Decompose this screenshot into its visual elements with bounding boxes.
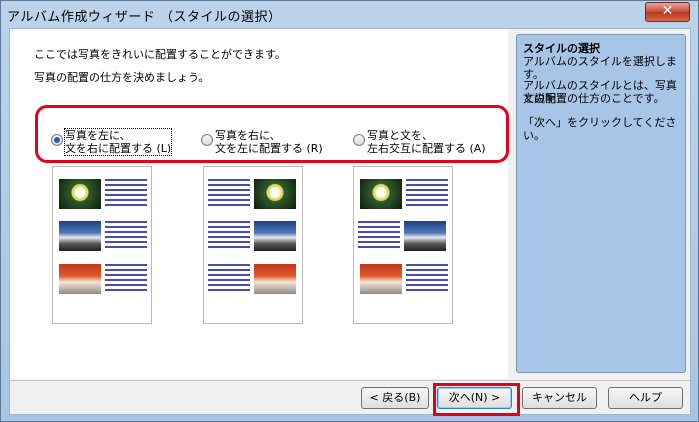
flower-photo [254, 179, 296, 209]
back-button[interactable]: < 戻る(B) [361, 387, 429, 409]
close-button[interactable]: ✕ [645, 2, 690, 22]
help-button[interactable]: ヘルプ [608, 387, 683, 409]
side-panel-text-2b: 文の配置の仕方のことです。 [523, 92, 665, 105]
next-button[interactable]: 次へ(N) > [437, 387, 512, 409]
footer-divider [10, 380, 690, 381]
preview-photos-left [52, 166, 152, 324]
text-lines [406, 179, 448, 209]
option-left-label[interactable]: 写真を左に、 文を右に配置する (L) [63, 128, 173, 156]
flower-photo [59, 179, 101, 209]
coral-photo [360, 264, 402, 294]
option-right-line1: 写真を右に、 [215, 129, 281, 142]
radio-alternate[interactable] [353, 134, 365, 146]
option-alternate-line1: 写真と文を、 [367, 129, 433, 142]
text-lines [105, 264, 147, 294]
coral-photo [254, 264, 296, 294]
radio-right[interactable] [201, 134, 213, 146]
preview-photos-right [203, 166, 303, 324]
text-lines [105, 179, 147, 209]
text-lines [105, 221, 147, 251]
wizard-client-area: ここでは写真をきれいに配置することができます。 写真の配置の仕方を決めましょう。… [9, 28, 691, 416]
title-bar[interactable]: アルバム作成ウィザード （スタイルの選択） ✕ [1, 1, 698, 27]
radio-left[interactable] [51, 134, 63, 146]
window-title: アルバム作成ウィザード （スタイルの選択） [7, 10, 282, 25]
option-right-label[interactable]: 写真を右に、 文を左に配置する (R) [215, 129, 323, 155]
option-left-line1: 写真を左に、 [65, 129, 131, 142]
mountain-photo [59, 221, 101, 251]
text-lines [406, 264, 448, 294]
intro-text-2: 写真の配置の仕方を決めましょう。 [34, 71, 210, 84]
text-lines [208, 221, 250, 251]
flower-photo [360, 179, 402, 209]
cancel-button[interactable]: キャンセル [522, 387, 597, 409]
intro-text-1: ここでは写真をきれいに配置することができます。 [34, 48, 286, 61]
text-lines [358, 221, 400, 251]
option-right-line2: 文を左に配置する (R) [215, 142, 323, 155]
side-panel-text-3: 「次へ」をクリックしてください。 [523, 116, 677, 142]
text-lines [208, 264, 250, 294]
text-lines [208, 179, 250, 209]
preview-alternate [353, 166, 453, 324]
option-left-line2: 文を右に配置する (L) [65, 142, 172, 155]
wizard-window: アルバム作成ウィザード （スタイルの選択） ✕ ここでは写真をきれいに配置するこ… [0, 0, 699, 422]
main-content: ここでは写真をきれいに配置することができます。 写真の配置の仕方を決めましょう。… [10, 29, 509, 379]
side-panel-title: スタイルの選択 [523, 42, 600, 55]
side-panel-text-1: アルバムのスタイルを選択します。 [523, 55, 677, 81]
option-alternate-label[interactable]: 写真と文を、 左右交互に配置する (A) [367, 129, 486, 155]
mountain-photo [254, 221, 296, 251]
mountain-photo [404, 221, 446, 251]
help-side-panel: スタイルの選択 アルバムのスタイルを選択します。 アルバムのスタイルとは、写真と… [516, 34, 686, 373]
option-alternate-line2: 左右交互に配置する (A) [367, 142, 486, 155]
coral-photo [59, 264, 101, 294]
